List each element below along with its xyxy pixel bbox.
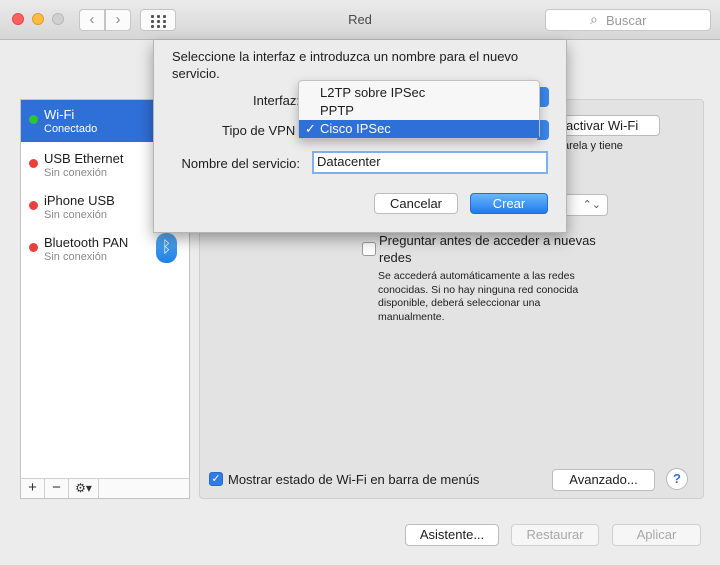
gear-icon: ⚙▾ (75, 481, 92, 495)
ask-to-join-label: Preguntar antes de acceder a nuevas rede… (379, 233, 596, 265)
back-button[interactable]: ‹ (79, 9, 105, 31)
menu-item-label: PPTP (320, 103, 354, 118)
status-dot (29, 115, 38, 124)
service-name-input[interactable]: Datacenter (312, 151, 548, 174)
status-dot (29, 243, 38, 252)
remove-service-button[interactable]: − (45, 479, 69, 498)
service-status: Sin conexión (44, 251, 107, 263)
chevron-right-icon: › (115, 11, 121, 28)
menu-item-l2tp[interactable]: L2TP sobre IPSec (299, 84, 539, 102)
menu-item-label: L2TP sobre IPSec (320, 85, 426, 100)
window-title: Red (348, 12, 372, 27)
plus-icon: + (28, 479, 37, 496)
cancel-button[interactable]: Cancelar (374, 193, 458, 214)
service-status: Sin conexión (44, 209, 107, 221)
minimize-window-button[interactable] (32, 13, 44, 25)
search-icon: ⌕ (590, 11, 598, 27)
checkmark-icon: ✓ (211, 473, 221, 485)
forward-button[interactable]: › (105, 9, 131, 31)
status-dot (29, 159, 38, 168)
menu-item-pptp[interactable]: PPTP (299, 102, 539, 120)
service-name-label: Nombre del servicio: (181, 156, 301, 171)
search-field[interactable]: ⌕ Buscar (545, 9, 711, 31)
apply-button[interactable]: Aplicar (612, 524, 701, 546)
wifi-toggle-button[interactable]: activar Wi-Fi (555, 115, 660, 136)
chevron-left-icon: ‹ (89, 11, 95, 28)
service-name: iPhone USB (44, 193, 115, 208)
updown-chevron-icon: ⌃⌄ (582, 199, 601, 211)
assistant-button[interactable]: Asistente... (405, 524, 499, 546)
wifi-description: arela y tiene (563, 140, 623, 152)
search-placeholder: Buscar (606, 13, 647, 28)
help-button[interactable]: ? (666, 468, 688, 490)
menu-item-cisco-ipsec[interactable]: ✓ Cisco IPSec (299, 120, 539, 138)
advanced-button[interactable]: Avanzado... (552, 469, 655, 491)
restore-button[interactable]: Restaurar (511, 524, 599, 546)
service-name: Bluetooth PAN (44, 235, 129, 250)
service-status: Sin conexión (44, 167, 107, 179)
service-name: Wi-Fi (44, 107, 75, 122)
status-dot (29, 201, 38, 210)
bluetooth-icon: ᛒ (156, 233, 177, 263)
service-name: USB Ethernet (44, 151, 124, 166)
show-wifi-status-label: Mostrar estado de Wi-Fi en barra de menú… (228, 472, 480, 487)
zoom-window-button[interactable] (52, 13, 64, 25)
service-status: Conectado (44, 123, 98, 135)
ask-to-join-checkbox[interactable] (362, 242, 376, 256)
vpn-type-menu: L2TP sobre IPSec PPTP ✓ Cisco IPSec (298, 80, 540, 139)
sheet-message: Seleccione la interfaz e introduzca un n… (172, 49, 519, 81)
service-actions-button[interactable]: ⚙▾ (69, 479, 99, 498)
minus-icon: − (52, 479, 61, 496)
create-button[interactable]: Crear (470, 193, 548, 214)
vpn-type-label: Tipo de VPN (222, 123, 296, 138)
close-window-button[interactable] (12, 13, 24, 25)
checkmark-icon: ✓ (305, 121, 316, 136)
add-service-button[interactable]: + (21, 479, 45, 498)
title-bar: ‹ › Red ⌕ Buscar (0, 0, 720, 40)
ask-to-join-description: Se accederá automáticamente a las redes … (378, 270, 579, 323)
menu-item-label: Cisco IPSec (320, 121, 391, 136)
show-wifi-status-checkbox[interactable]: ✓ (209, 472, 223, 486)
interface-label: Interfaz: (253, 93, 300, 108)
sidebar-toolbar: + − ⚙▾ (20, 478, 190, 499)
show-all-button[interactable] (140, 9, 176, 31)
